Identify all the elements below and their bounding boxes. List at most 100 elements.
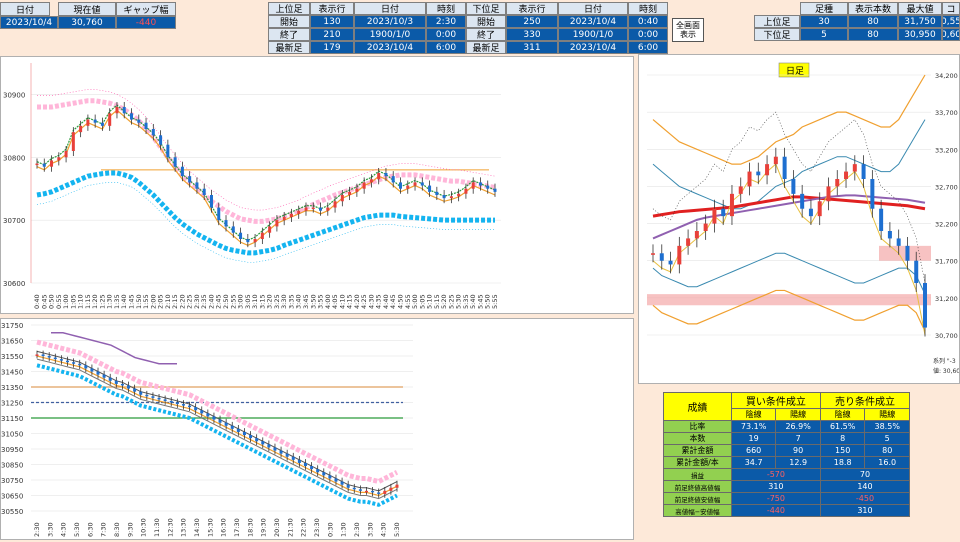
lower-row-time: 6:00 [628, 41, 668, 54]
lower-candle-body [157, 397, 161, 400]
lower-candle-body [249, 435, 253, 439]
lower-candle-body [194, 407, 198, 411]
upper-candle-body [486, 185, 490, 189]
upper-candle-body [442, 195, 446, 199]
lower-date-label: 日付 [558, 2, 628, 15]
upper-candle-body [311, 207, 315, 210]
stats-row-value: 660 [730, 444, 777, 457]
upper-candle-body [398, 182, 402, 189]
upper-candle-body [471, 182, 475, 189]
daily-candle-body [738, 186, 743, 194]
upper-candle-body [362, 182, 366, 189]
stats-row-wide: 損益 -570 70 [663, 468, 911, 481]
lower-candle-body [303, 462, 307, 467]
upper-candle-body [209, 195, 213, 208]
upper-candle-body [326, 207, 330, 211]
lower-candle-body [72, 362, 76, 364]
stats-buy-yang: 陽線 [775, 408, 821, 421]
lower-row-date: 2023/10/4 [558, 15, 628, 28]
fullscreen-button[interactable]: 全画面 表示 [672, 18, 704, 42]
daily-candle-body [896, 238, 901, 246]
lower-candle-body [120, 383, 124, 386]
daily-candle-body [808, 208, 813, 217]
lower-candle-body [334, 478, 338, 482]
upper-candle-body [391, 176, 395, 183]
lower-y-tick: 30750 [1, 477, 23, 485]
lower-x-tick: 12:30 [166, 518, 174, 537]
upper-candle-body [122, 107, 126, 114]
lower-x-tick: 2:30 [33, 522, 41, 537]
lower-chart: 31750 31650 31550 31450 31350 31250 31150 31050… [1, 322, 413, 537]
lower-row-rows: 250 [506, 15, 558, 28]
stats-row-name: 本数 [663, 432, 732, 445]
upper-candle-body [180, 166, 184, 177]
daily-candle-body [677, 245, 682, 265]
gap-label: ギャップ幅 [116, 2, 176, 16]
upper-candle-body [340, 195, 344, 202]
upper-candle-body [406, 185, 410, 189]
daily-candle-body [923, 283, 927, 328]
lower-candle-body [59, 359, 63, 361]
daily-y-tick: 33,700 [935, 109, 958, 117]
lower-candle-body [200, 410, 204, 414]
stats-row-value: 90 [775, 444, 821, 457]
upper-candle-body [246, 239, 250, 243]
lower-candle-body [371, 490, 375, 493]
daily-candle-body [721, 208, 726, 217]
upper-row-date: 2023/10/3 [354, 15, 426, 28]
upper-candle-body [377, 173, 381, 180]
lower-candle-body [181, 404, 185, 406]
lower-time-label: 時刻 [628, 2, 668, 15]
stats-sell-yin: 陰線 [819, 408, 866, 421]
upper-y-tick: 30700 [3, 217, 25, 225]
lower-candle-body [255, 438, 259, 442]
lower-candle-body [310, 466, 314, 470]
stats-row-value: 26.9% [775, 420, 821, 433]
stats-row-value: 7 [775, 432, 821, 445]
stats-sell-value: 70 [819, 468, 911, 481]
lower-candle-body [242, 431, 246, 436]
upper-row-name: 終了 [268, 28, 310, 41]
stats-row-name: 前足終値安値幅 [663, 492, 732, 505]
daily-candle-body [694, 231, 699, 239]
lower-candle-body [261, 441, 265, 445]
upper-candle-body [100, 122, 104, 126]
upper-candle-body [348, 191, 352, 195]
right-col-header: 表示本数 [848, 2, 898, 15]
fullscreen-button-line2: 表示 [680, 30, 696, 39]
daily-y-tick: 30,700 [935, 332, 958, 340]
lower-row-rows: 330 [506, 28, 558, 41]
upper-candle-body [355, 188, 359, 192]
upper-chart: 309003080030700306000:40 0:45 0:50 0:55 1:00… [3, 63, 501, 309]
upper-candle-body [130, 113, 134, 120]
upper-candle-body [166, 144, 170, 158]
daily-candle-body [905, 245, 910, 261]
lower-candle-body [224, 422, 228, 426]
right-row-min: 30,600 [942, 28, 960, 41]
daily-candle-body [773, 156, 778, 165]
upper-row-rows: 130 [310, 15, 354, 28]
upper-row-date: 2023/10/4 [354, 41, 426, 54]
lower-x-tick: 5:30 [73, 522, 81, 537]
stats-row-value: 8 [819, 432, 866, 445]
stats-sell-label: 売り条件成立 [819, 392, 911, 409]
lower-candle-body [188, 405, 192, 408]
lower-x-tick: 8:30 [113, 522, 121, 537]
upper-candle-body [108, 113, 112, 126]
upper-candle-body [289, 213, 293, 217]
stats-row-value: 34.7 [730, 456, 777, 469]
lower-candle-body [47, 356, 51, 358]
daily-candle-body [879, 208, 884, 231]
daily-candle-body [729, 193, 734, 217]
stats-row-wide: 前足終値高値幅 310 140 [663, 480, 911, 493]
lower-x-tick: 7:30 [100, 522, 108, 537]
daily-upper-inner [652, 119, 926, 210]
lower-rows-label: 表示行 [506, 2, 558, 15]
lower-candle-body [127, 385, 131, 389]
lower-candle-body [346, 484, 350, 488]
lower-candle-body [78, 363, 82, 366]
lower-x-tick: 5:30 [393, 522, 401, 537]
lower-candle-body [218, 419, 222, 423]
stats-row-name: 累計金額/本 [663, 456, 732, 469]
lower-candle-body [340, 481, 344, 485]
